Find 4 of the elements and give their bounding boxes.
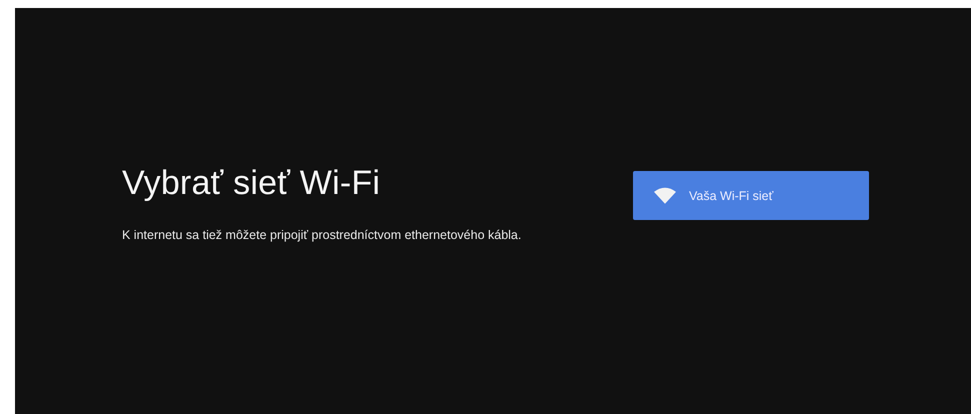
page-title: Vybrať sieť Wi-Fi [122,163,382,204]
description-text: K internetu sa tiež môžete pripojiť prostredníctvom ethernetového kábla. [122,227,522,244]
wifi-icon [654,187,676,204]
network-button[interactable]: Vaša Wi-Fi sieť [633,171,869,220]
